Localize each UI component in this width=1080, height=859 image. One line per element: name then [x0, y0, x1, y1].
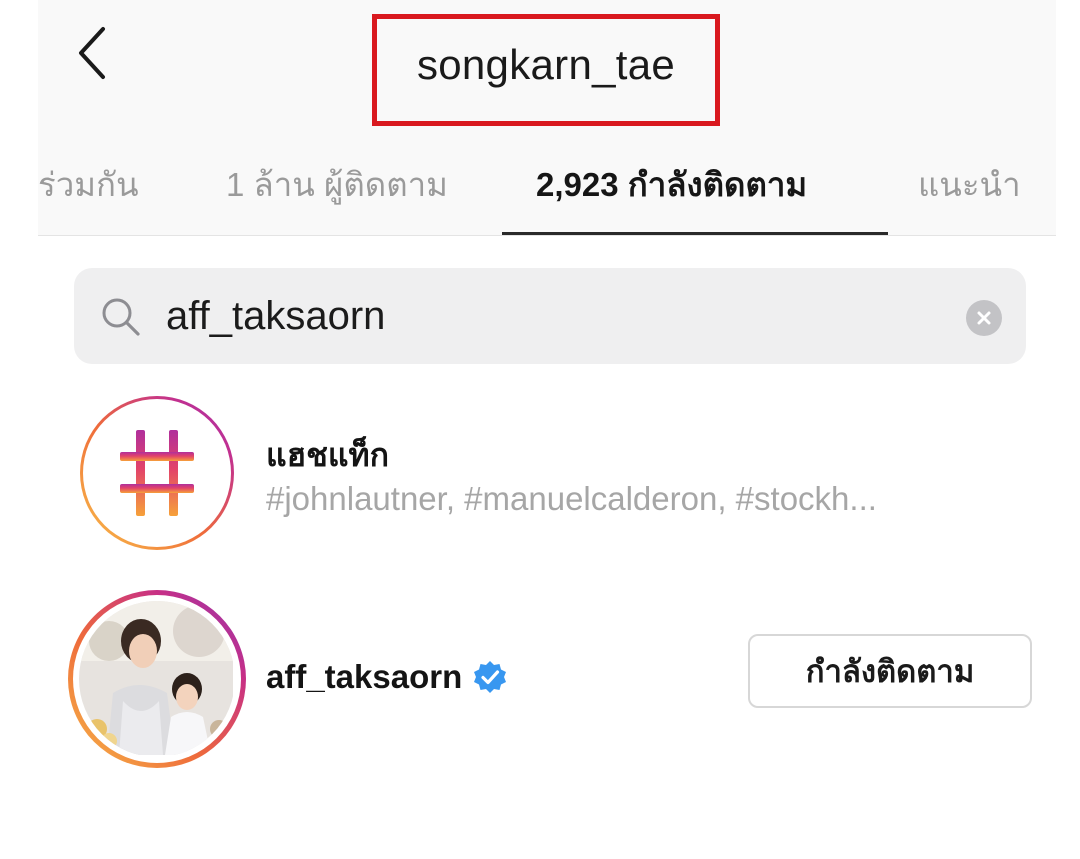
clear-icon — [977, 311, 991, 325]
hashtag-result-title: แฮชแท็ก — [266, 437, 389, 473]
search-input[interactable] — [166, 292, 926, 340]
search-icon — [102, 298, 140, 336]
tab-followers[interactable]: 1 ล้าน ผู้ติดตาม — [226, 158, 448, 211]
profile-photo — [79, 601, 235, 757]
user-result-item[interactable]: aff_taksaorn กำลังติดตาม — [60, 588, 1050, 768]
verified-badge-icon — [474, 661, 507, 693]
user-name-row: aff_taksaorn — [266, 658, 508, 696]
app-frame: songkarn_tae ร่วมกัน 1 ล้าน ผู้ติดตาม 2,… — [0, 0, 1080, 859]
hashtag-result-subtitle: #johnlautner, #manuelcalderon, #stockh..… — [266, 480, 877, 517]
hashtag-avatar — [80, 396, 234, 550]
tab-following[interactable]: 2,923 กำลังติดตาม — [536, 158, 807, 211]
active-tab-indicator — [502, 232, 888, 235]
clear-search-button[interactable] — [966, 300, 1002, 336]
tab-suggested[interactable]: แนะนำ — [918, 158, 1021, 211]
tab-mutual[interactable]: ร่วมกัน — [38, 158, 139, 211]
hashtag-icon — [120, 430, 194, 516]
chevron-left-icon — [79, 27, 105, 79]
follow-tabs: ร่วมกัน 1 ล้าน ผู้ติดตาม 2,923 กำลังติดต… — [38, 140, 1056, 236]
back-button[interactable] — [62, 18, 122, 88]
user-avatar[interactable] — [68, 590, 246, 768]
hashtag-result-item[interactable]: แฮชแท็ก #johnlautner, #manuelcalderon, #… — [60, 392, 1050, 552]
tabs-divider — [38, 235, 1056, 236]
search-bar[interactable] — [74, 268, 1026, 364]
user-result-username: aff_taksaorn — [266, 658, 463, 695]
profile-username-title: songkarn_tae — [372, 14, 720, 126]
following-button[interactable]: กำลังติดตาม — [748, 634, 1032, 708]
